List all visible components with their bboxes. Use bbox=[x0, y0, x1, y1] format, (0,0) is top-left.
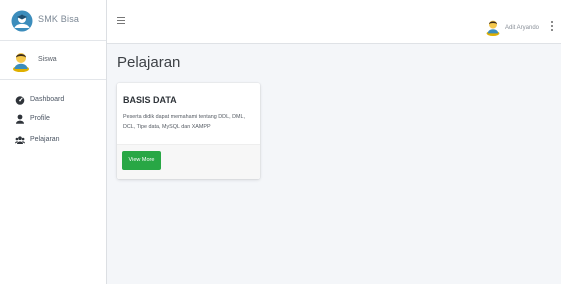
app-window: SMK Bisa Siswa Dashboard Profile Pelajar… bbox=[0, 0, 561, 284]
dashboard-gauge-icon bbox=[15, 96, 25, 105]
brand-link[interactable]: SMK Bisa bbox=[0, 8, 106, 34]
course-description: Peserta didik dapat memahami tentang DDL… bbox=[123, 114, 245, 130]
sidebar-item-pelajaran[interactable]: Pelajaran bbox=[0, 132, 106, 148]
sidebar-item-label: Pelajaran bbox=[30, 136, 60, 143]
hamburger-icon[interactable] bbox=[117, 16, 125, 24]
page-title: Pelajaran bbox=[117, 54, 181, 71]
main-content: Pelajaran BASIS DATA Peserta didik dapat… bbox=[107, 44, 561, 284]
sidebar-divider bbox=[0, 40, 106, 41]
sidebar-user-name: Siswa bbox=[38, 56, 57, 63]
graduation-cap-icon bbox=[11, 10, 33, 32]
more-vertical-icon[interactable] bbox=[551, 21, 554, 31]
sidebar-item-profile[interactable]: Profile bbox=[0, 111, 106, 127]
sidebar-item-dashboard[interactable]: Dashboard bbox=[0, 92, 106, 108]
avatar bbox=[13, 53, 29, 72]
user-icon bbox=[16, 114, 24, 124]
card-footer: View More bbox=[117, 144, 260, 179]
top-navbar: Adit Aryando bbox=[107, 0, 561, 44]
sidebar-item-label: Dashboard bbox=[30, 96, 65, 103]
users-icon bbox=[15, 136, 25, 144]
course-card: BASIS DATA Peserta didik dapat memahami … bbox=[117, 83, 260, 179]
view-more-button[interactable]: View More bbox=[122, 151, 161, 170]
brand-name: SMK Bisa bbox=[38, 14, 80, 24]
user-panel[interactable]: Siswa bbox=[0, 48, 106, 74]
avatar[interactable] bbox=[485, 18, 501, 36]
topbar-user-name[interactable]: Adit Aryando bbox=[505, 25, 539, 31]
sidebar: SMK Bisa Siswa Dashboard Profile Pelajar… bbox=[0, 0, 107, 284]
view-more-label: View More bbox=[128, 157, 155, 163]
sidebar-item-label: Profile bbox=[30, 115, 50, 122]
course-title: BASIS DATA bbox=[123, 95, 177, 105]
sidebar-divider bbox=[0, 79, 106, 80]
